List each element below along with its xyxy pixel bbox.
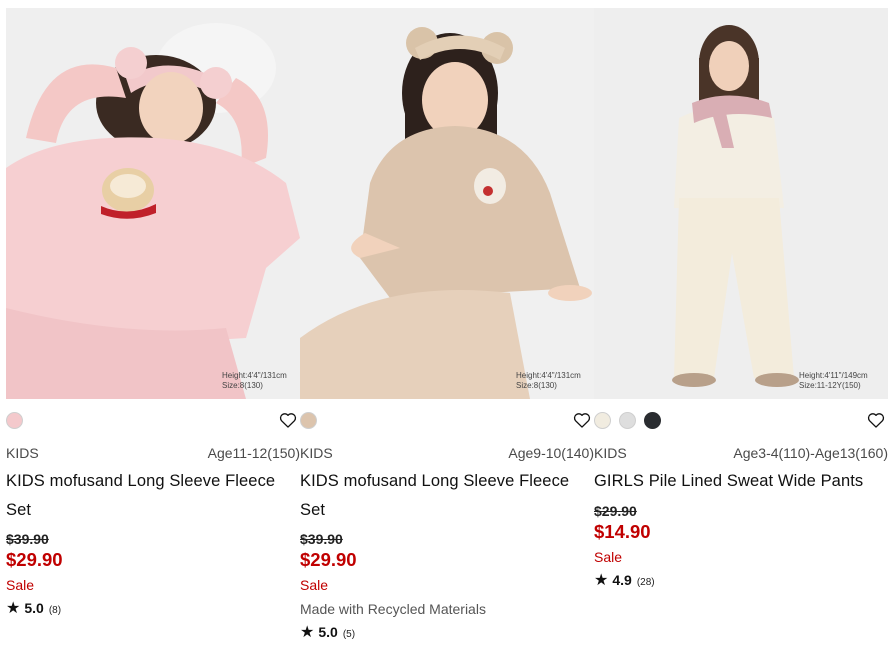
star-icon: ★ — [6, 600, 21, 617]
heart-outline-icon[interactable] — [278, 410, 298, 430]
model-size: Size:11-12Y(150) — [799, 381, 861, 390]
color-swatches — [594, 412, 661, 429]
color-swatches — [300, 412, 317, 429]
color-swatch[interactable] — [6, 412, 23, 429]
model-size: Size:8(130) — [516, 381, 557, 390]
model-info: Height:4'4"/131cm Size:8(130) — [222, 371, 287, 391]
original-price: $29.90 — [594, 502, 637, 519]
swatch-row — [6, 399, 300, 443]
product-photo — [300, 8, 594, 399]
original-price: $39.90 — [6, 531, 49, 547]
product-name[interactable]: GIRLS Pile Lined Sweat Wide Pants — [594, 467, 888, 496]
product-meta: KIDS Age11-12(150) — [6, 443, 300, 463]
size-range: Age9-10(140) — [508, 445, 594, 461]
product-name[interactable]: KIDS mofusand Long Sleeve Fleece Set — [6, 467, 300, 524]
size-range: Age3-4(110)-Age13(160) — [733, 445, 888, 461]
star-icon: ★ — [594, 571, 609, 589]
rating-value: 5.0 — [24, 600, 44, 616]
color-swatch[interactable] — [644, 412, 661, 429]
sale-badge: Sale — [594, 548, 623, 565]
model-height: Height:4'11"/149cm — [799, 371, 868, 380]
product-grid: Height:4'4"/131cm Size:8(130) KIDS Age11… — [0, 0, 896, 651]
product-name[interactable]: KIDS mofusand Long Sleeve Fleece Set — [300, 467, 594, 524]
product-meta: KIDS Age9-10(140) — [300, 443, 594, 463]
product-card[interactable]: Height:4'4"/131cm Size:8(130) KIDS Age9-… — [300, 8, 594, 643]
color-swatch[interactable] — [594, 412, 611, 429]
category-label: KIDS — [300, 445, 333, 461]
review-count: (8) — [48, 605, 62, 616]
original-price: $39.90 — [300, 531, 343, 547]
product-photo — [594, 8, 888, 399]
recycled-materials-label: Made with Recycled Materials — [300, 601, 486, 617]
sale-price: $14.90 — [594, 520, 651, 542]
swatch-row — [594, 399, 888, 443]
sale-price: $29.90 — [300, 549, 357, 570]
rating-value: 5.0 — [318, 624, 338, 640]
product-card[interactable]: Height:4'11"/149cm Size:11-12Y(150) KIDS… — [594, 8, 888, 591]
model-size: Size:8(130) — [222, 381, 263, 390]
model-info: Height:4'11"/149cm Size:11-12Y(150) — [799, 371, 868, 391]
model-height: Height:4'4"/131cm — [516, 371, 581, 380]
color-swatch[interactable] — [619, 412, 636, 429]
category-label: KIDS — [594, 445, 627, 461]
product-image[interactable]: Height:4'4"/131cm Size:8(130) — [6, 8, 300, 399]
size-range: Age11-12(150) — [207, 445, 300, 461]
review-count: (5) — [342, 629, 356, 640]
product-image[interactable]: Height:4'4"/131cm Size:8(130) — [300, 8, 594, 399]
heart-outline-icon[interactable] — [572, 410, 592, 430]
category-label: KIDS — [6, 445, 39, 461]
color-swatches — [6, 412, 23, 429]
rating[interactable]: ★ 5.0 (5) — [300, 624, 594, 643]
sale-price: $29.90 — [6, 549, 63, 570]
rating[interactable]: ★ 4.9 (28) — [594, 572, 888, 591]
swatch-row — [300, 399, 594, 443]
model-height: Height:4'4"/131cm — [222, 371, 287, 380]
color-swatch[interactable] — [300, 412, 317, 429]
product-photo — [6, 8, 300, 399]
product-card[interactable]: Height:4'4"/131cm Size:8(130) KIDS Age11… — [6, 8, 300, 619]
rating-value: 4.9 — [612, 571, 632, 588]
heart-outline-icon[interactable] — [866, 410, 886, 430]
sale-badge: Sale — [300, 577, 329, 593]
model-info: Height:4'4"/131cm Size:8(130) — [516, 371, 581, 391]
star-icon: ★ — [300, 624, 315, 641]
product-image[interactable]: Height:4'11"/149cm Size:11-12Y(150) — [594, 8, 888, 399]
rating[interactable]: ★ 5.0 (8) — [6, 600, 300, 619]
review-count: (28) — [636, 576, 655, 588]
sale-badge: Sale — [6, 577, 35, 593]
product-meta: KIDS Age3-4(110)-Age13(160) — [594, 443, 888, 463]
